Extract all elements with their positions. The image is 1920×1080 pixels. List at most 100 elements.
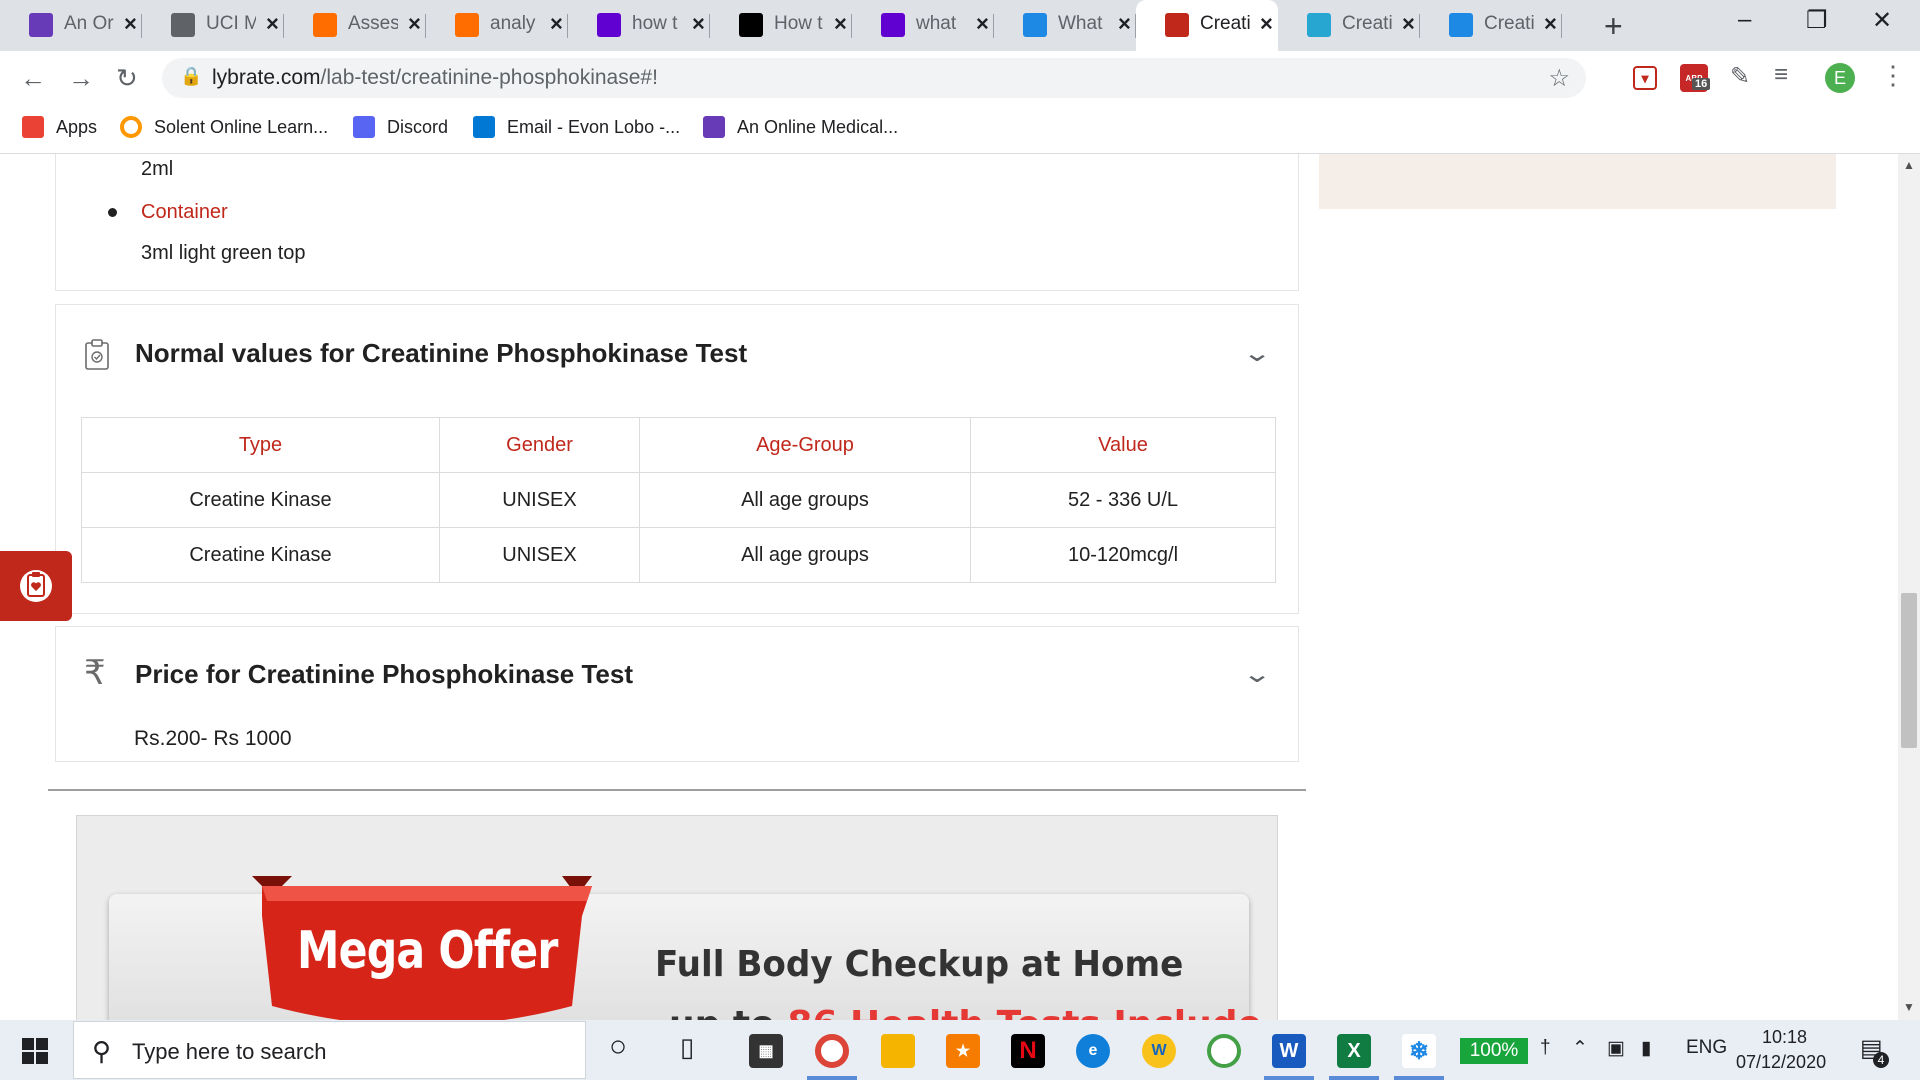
tab-title: Asses (348, 13, 398, 34)
tab-title: Creati (1342, 13, 1392, 34)
back-icon[interactable]: ← (20, 63, 46, 94)
table-row: Creatine Kinase UNISEX All age groups 52… (81, 472, 1276, 528)
cortana-icon[interactable]: ○ (609, 1030, 627, 1064)
lock-icon[interactable]: 🔒 (180, 66, 202, 87)
floating-health-button[interactable] (0, 551, 72, 621)
browser-tab[interactable]: what × (852, 0, 994, 51)
file-explorer-icon[interactable] (881, 1034, 915, 1068)
battery-icon[interactable]: ▮ (1641, 1037, 1651, 1060)
word-icon[interactable]: W (1272, 1034, 1306, 1068)
snowflake-app-icon[interactable]: ❄ (1402, 1034, 1436, 1068)
close-window-icon[interactable]: ✕ (1872, 6, 1892, 35)
browser-tab[interactable]: What × (994, 0, 1136, 51)
forms-icon (703, 116, 725, 138)
new-tab-button[interactable]: + (1604, 8, 1623, 45)
container-value: 3ml light green top (141, 242, 306, 264)
browser-tab[interactable]: Creati × (1278, 0, 1420, 51)
close-tab-icon[interactable]: × (124, 11, 137, 37)
url-domain: lybrate.com (212, 66, 321, 89)
edge-icon[interactable]: e (1076, 1034, 1110, 1068)
kebab-menu-icon[interactable]: ⋮ (1880, 60, 1906, 91)
cell-age-group: All age groups (639, 472, 971, 528)
clock-date[interactable]: 07/12/2020 (1736, 1052, 1826, 1073)
adblock-extension-icon[interactable]: ABP 16 (1680, 64, 1711, 92)
close-tab-icon[interactable]: × (1118, 11, 1131, 37)
url-text[interactable]: lybrate.com/lab-test/creatinine-phosphok… (212, 66, 658, 90)
scroll-down-icon[interactable]: ▼ (1903, 1000, 1915, 1014)
promo-banner[interactable]: Mega Offer Full Body Checkup at Home up … (76, 815, 1278, 1020)
bullet (108, 208, 117, 217)
bookmark-item[interactable]: Apps (22, 116, 97, 138)
close-tab-icon[interactable]: × (1544, 11, 1557, 37)
browser-tab[interactable]: how t × (568, 0, 710, 51)
app-green-ring-icon[interactable] (1207, 1034, 1241, 1068)
browser-tab[interactable]: Creati × (1420, 0, 1562, 51)
bookmark-item[interactable]: Discord (353, 116, 448, 138)
page-scrollbar[interactable]: ▲ ▼ (1898, 154, 1920, 1020)
bookmark-item[interactable]: Solent Online Learn... (120, 116, 328, 138)
close-tab-icon[interactable]: × (834, 11, 847, 37)
task-view-icon[interactable]: ▯ (680, 1032, 694, 1063)
close-tab-icon[interactable]: × (1402, 11, 1415, 37)
adblock-count-badge: 16 (1692, 78, 1711, 90)
cell-age-group: All age groups (639, 527, 971, 583)
forward-icon[interactable]: → (68, 63, 94, 94)
netflix-icon[interactable]: N (1011, 1034, 1045, 1068)
profile-avatar[interactable]: E (1825, 63, 1855, 93)
scroll-up-icon[interactable]: ▲ (1903, 158, 1915, 172)
browser-tab[interactable]: How t × (710, 0, 852, 51)
clock-time[interactable]: 10:18 (1762, 1027, 1807, 1048)
browser-tab[interactable]: UCI M × (142, 0, 284, 51)
bookmark-star-icon[interactable]: ☆ (1548, 64, 1570, 93)
yahoo-icon (597, 13, 621, 37)
address-bar[interactable]: 🔒 lybrate.com/lab-test/creatinine-phosph… (162, 58, 1586, 98)
active-indicator (1394, 1076, 1444, 1080)
chevron-down-icon[interactable]: ⌄ (1242, 660, 1272, 689)
tab-title: What (1058, 13, 1103, 34)
bookmark-item[interactable]: An Online Medical... (703, 116, 898, 138)
yahoo-icon (881, 13, 905, 37)
restore-icon[interactable]: ❐ (1806, 6, 1828, 35)
taskbar-search-box[interactable]: ⚲ Type here to search (73, 1021, 586, 1079)
sidebar-ad-panel (1319, 154, 1836, 209)
windows-start-icon[interactable] (22, 1038, 48, 1064)
app-yellow-icon[interactable]: W (1142, 1034, 1176, 1068)
price-value: Rs.200- Rs 1000 (134, 727, 292, 750)
close-tab-icon[interactable]: × (550, 11, 563, 37)
esp-icon (739, 13, 763, 37)
excel-icon[interactable]: X (1337, 1034, 1371, 1068)
cell-gender: UNISEX (439, 472, 640, 528)
battery-percent-badge[interactable]: 100% (1460, 1038, 1528, 1064)
close-tab-icon[interactable]: × (408, 11, 421, 37)
chrome-icon[interactable] (815, 1034, 849, 1068)
cell-type: Creatine Kinase (81, 527, 440, 583)
close-tab-icon[interactable]: × (1260, 11, 1273, 37)
minimize-icon[interactable]: – (1738, 6, 1751, 34)
pen-icon[interactable]: † (1540, 1037, 1551, 1059)
browser-tab[interactable]: analy × (426, 0, 568, 51)
browser-tab[interactable]: Creati × (1136, 0, 1278, 51)
extensions-puzzle-icon[interactable]: ✎ (1730, 62, 1750, 91)
ring-icon (120, 116, 142, 138)
store-icon[interactable]: ▦ (749, 1034, 783, 1068)
reload-icon[interactable]: ↻ (116, 63, 138, 94)
close-tab-icon[interactable]: × (266, 11, 279, 37)
app-orange-icon[interactable]: ★ (946, 1034, 980, 1068)
language-indicator[interactable]: ENG (1686, 1037, 1727, 1059)
show-hidden-icons-icon[interactable]: ⌃ (1572, 1037, 1588, 1060)
normal-values-title: Normal values for Creatinine Phosphokina… (135, 338, 748, 368)
tab-title: How t (774, 13, 823, 34)
tab-title: UCI M (206, 13, 256, 34)
browser-tab[interactable]: An Or × (0, 0, 142, 51)
scroll-thumb[interactable] (1901, 593, 1917, 748)
header-value: Value (970, 417, 1276, 473)
bookmark-item[interactable]: Email - Evon Lobo -... (473, 116, 680, 138)
close-tab-icon[interactable]: × (976, 11, 989, 37)
meet-now-icon[interactable]: ▣ (1607, 1037, 1625, 1060)
pocket-extension-icon[interactable]: ▾ (1633, 66, 1657, 90)
close-tab-icon[interactable]: × (692, 11, 705, 37)
chevron-down-icon[interactable]: ⌄ (1242, 339, 1272, 368)
media-queue-icon[interactable]: ≡ (1774, 61, 1788, 89)
bookmark-label: Solent Online Learn... (154, 116, 329, 137)
browser-tab[interactable]: Asses × (284, 0, 426, 51)
